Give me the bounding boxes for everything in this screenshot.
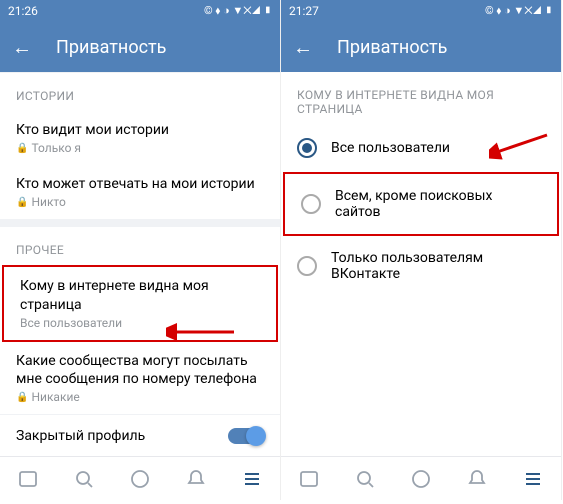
nav-notifications-icon[interactable] <box>185 468 207 490</box>
radio-option-vk-only[interactable]: Только пользователям ВКонтакте <box>281 236 561 296</box>
bottom-nav <box>0 456 280 500</box>
setting-value: 🔒Только я <box>16 141 264 155</box>
status-time: 21:26 <box>8 4 38 18</box>
setting-stories-who-sees[interactable]: Кто видит мои истории 🔒Только я <box>0 111 280 165</box>
setting-private-profile[interactable]: Закрытый профиль <box>0 415 280 457</box>
lock-icon: 🔒 <box>16 392 28 403</box>
section-visibility: КОМУ В ИНТЕРНЕТЕ ВИДНА МОЯ СТРАНИЦА <box>281 72 561 124</box>
bottom-nav <box>281 456 561 500</box>
setting-communities-phone[interactable]: Какие сообщества могут посылать мне сооб… <box>0 342 280 414</box>
setting-value: 🔒Никто <box>16 195 264 209</box>
nav-news-icon[interactable] <box>298 468 320 490</box>
lock-icon: 🔒 <box>16 197 28 208</box>
nav-notifications-icon[interactable] <box>466 468 488 490</box>
header: ← Приватность <box>0 22 280 72</box>
screen-right: 21:27 © ⬧ ◑ ▼✕◢ ▮ ← Приватность КОМУ В И… <box>281 0 562 500</box>
nav-messages-icon[interactable] <box>410 468 432 490</box>
divider <box>0 219 280 227</box>
screen-left: 21:26 © ⬧ ◑ ▼✕◢ ▮ ← Приватность ИСТОРИИ … <box>0 0 281 500</box>
radio-icon <box>297 256 317 276</box>
status-bar: 21:26 © ⬧ ◑ ▼✕◢ ▮ <box>0 0 280 22</box>
radio-option-all-users[interactable]: Все пользователи <box>281 124 561 172</box>
section-stories: ИСТОРИИ <box>0 73 280 111</box>
setting-title: Кто видит мои истории <box>16 121 264 139</box>
lock-icon: 🔒 <box>16 143 28 154</box>
radio-icon <box>301 194 321 214</box>
status-icons: © ⬧ ◑ ▼✕◢ ▮ <box>485 4 553 18</box>
nav-search-icon[interactable] <box>73 468 95 490</box>
setting-internet-visibility[interactable]: Кому в интернете видна моя страница Все … <box>2 265 278 341</box>
page-title: Приватность <box>337 37 447 58</box>
radio-option-except-search[interactable]: Всем, кроме поисковых сайтов <box>283 172 559 236</box>
status-bar: 21:27 © ⬧ ◑ ▼✕◢ ▮ <box>281 0 561 22</box>
back-icon[interactable]: ← <box>12 35 32 60</box>
back-icon[interactable]: ← <box>293 35 313 60</box>
nav-menu-icon[interactable] <box>522 468 544 490</box>
status-time: 21:27 <box>289 4 319 18</box>
setting-title: Закрытый профиль <box>16 427 145 445</box>
setting-value: 🔒Никакие <box>16 390 264 404</box>
nav-messages-icon[interactable] <box>129 468 151 490</box>
section-other: ПРОЧЕЕ <box>0 227 280 265</box>
setting-stories-who-replies[interactable]: Кто может отвечать на мои истории 🔒Никто <box>0 165 280 219</box>
status-icons: © ⬧ ◑ ▼✕◢ ▮ <box>204 4 272 18</box>
radio-icon <box>297 138 317 158</box>
radio-label: Только пользователям ВКонтакте <box>331 250 545 282</box>
page-title: Приватность <box>56 37 166 58</box>
setting-title: Какие сообщества могут посылать мне сооб… <box>16 352 264 388</box>
setting-title: Кто может отвечать на мои истории <box>16 175 264 193</box>
nav-menu-icon[interactable] <box>241 468 263 490</box>
nav-search-icon[interactable] <box>354 468 376 490</box>
nav-news-icon[interactable] <box>17 468 39 490</box>
radio-label: Все пользователи <box>331 140 450 156</box>
toggle-switch[interactable] <box>228 428 264 444</box>
setting-value: Все пользователи <box>20 316 260 330</box>
setting-title: Кому в интернете видна моя страница <box>20 277 260 313</box>
header: ← Приватность <box>281 22 561 72</box>
radio-label: Всем, кроме поисковых сайтов <box>335 188 541 220</box>
